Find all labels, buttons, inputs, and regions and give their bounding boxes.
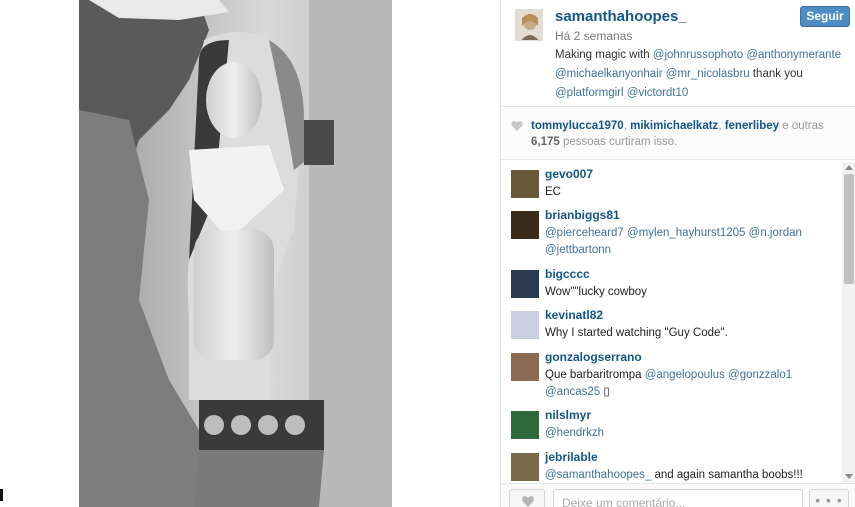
likes-count[interactable]: 6,175 xyxy=(531,136,560,148)
commenter-avatar[interactable] xyxy=(511,311,539,339)
mention-link[interactable]: @jettbartonn xyxy=(545,244,611,256)
comment-item: jebrilable @samanthahoopes_ and again sam… xyxy=(511,450,836,482)
comments-scrollbar[interactable] xyxy=(842,162,855,482)
likes-section: tommylucca1970, mikimichaelkatz, fenerli… xyxy=(501,108,855,160)
instagram-post-modal: samanthahoopes_ Seguir Há 2 semanas Maki… xyxy=(0,0,855,507)
text-segment: Que barbaritrompa xyxy=(545,369,645,381)
text-segment: ▯ xyxy=(600,386,610,398)
mention-link[interactable]: @platformgirl xyxy=(555,87,624,99)
comment-footer: Deixe um comentário... • • • xyxy=(501,483,855,507)
mention-link[interactable]: @ancas25 xyxy=(545,386,600,398)
mention-link[interactable]: @gonzzalo1 xyxy=(728,369,792,381)
comment-text: @samanthahoopes_ and again samantha boob… xyxy=(545,467,835,482)
mention-link[interactable]: @samanthahoopes_ xyxy=(545,469,651,481)
comment-text: Wow""lucky cowboy xyxy=(545,284,835,301)
text-segment: Wow""lucky cowboy xyxy=(545,286,647,298)
edge-mark xyxy=(0,489,3,501)
commenter-avatar[interactable] xyxy=(511,353,539,381)
scroll-up-arrow-icon[interactable] xyxy=(845,165,853,170)
liker-name[interactable]: fenerlibey xyxy=(725,120,779,132)
like-button[interactable] xyxy=(509,489,545,507)
comments-list: gevo007 EC brianbiggs81 @pierceheard7 @myle… xyxy=(501,162,841,482)
likes-suffix: pessoas curtiram isso. xyxy=(562,136,678,148)
comment-item: gonzalogserrano Que barbaritrompa @angelo… xyxy=(511,350,836,400)
commenter-username[interactable]: nilslmyr xyxy=(545,408,591,422)
commenter-username[interactable]: jebrilable xyxy=(545,450,598,464)
commenter-avatar[interactable] xyxy=(511,170,539,198)
post-photo[interactable] xyxy=(79,0,392,507)
follow-button[interactable]: Seguir xyxy=(800,6,850,27)
commenter-username[interactable]: bigcccc xyxy=(545,267,590,281)
scrollbar-thumb[interactable] xyxy=(844,174,854,284)
likes-text: tommylucca1970, mikimichaelkatz, fenerli… xyxy=(531,120,824,148)
commenter-avatar[interactable] xyxy=(511,411,539,439)
commenter-avatar[interactable] xyxy=(511,211,539,239)
commenter-avatar[interactable] xyxy=(511,270,539,298)
text-segment: Making magic with xyxy=(555,49,653,61)
comment-input[interactable]: Deixe um comentário... xyxy=(553,489,803,507)
text-segment: EC xyxy=(545,186,561,198)
mention-link[interactable]: @victordt10 xyxy=(627,87,689,99)
commenter-username[interactable]: gevo007 xyxy=(545,167,593,181)
mention-link[interactable]: @mylen_hayhurst1205 xyxy=(627,227,745,239)
author-username[interactable]: samanthahoopes_ xyxy=(555,8,687,25)
text-segment: thank you xyxy=(749,68,803,80)
mention-link[interactable]: @michaelkanyonhair xyxy=(555,68,663,80)
comment-text: Que barbaritrompa @angelopoulus @gonzzal… xyxy=(545,367,835,401)
commenter-username[interactable]: kevinatl82 xyxy=(545,308,603,322)
commenter-avatar[interactable] xyxy=(511,453,539,481)
more-options-button[interactable]: • • • xyxy=(809,489,849,507)
author-avatar[interactable] xyxy=(515,9,543,41)
mention-link[interactable]: @n.jordan xyxy=(749,227,802,239)
mention-link[interactable]: @mr_nicolasbru xyxy=(666,68,750,80)
post-caption: Making magic with @johnrussophoto @antho… xyxy=(555,46,851,103)
liker-name[interactable]: mikimichaelkatz xyxy=(630,120,718,132)
commenter-username[interactable]: brianbiggs81 xyxy=(545,208,620,222)
heart-icon xyxy=(511,120,523,131)
likes-and-others: e outras xyxy=(782,120,824,132)
comment-item: brianbiggs81 @pierceheard7 @mylen_hayhurs… xyxy=(511,208,836,258)
liker-name[interactable]: tommylucca1970 xyxy=(531,120,624,132)
mention-link[interactable]: @angelopoulus xyxy=(645,369,725,381)
mention-link[interactable]: @pierceheard7 xyxy=(545,227,624,239)
mention-link[interactable]: @hendrkzh xyxy=(545,427,604,439)
post-details-panel: samanthahoopes_ Seguir Há 2 semanas Maki… xyxy=(500,0,855,507)
post-timestamp[interactable]: Há 2 semanas xyxy=(555,29,632,43)
heart-icon xyxy=(521,496,535,507)
avatar-image xyxy=(516,10,542,40)
scroll-down-arrow-icon[interactable] xyxy=(845,474,853,479)
comment-text: @hendrkzh xyxy=(545,425,835,442)
mention-link[interactable]: @johnrussophoto xyxy=(653,49,743,61)
commenter-username[interactable]: gonzalogserrano xyxy=(545,350,642,364)
text-segment: Why I started watching "Guy Code". xyxy=(545,327,728,339)
mention-link[interactable]: @anthonymerante xyxy=(746,49,841,61)
comment-text: Why I started watching "Guy Code". xyxy=(545,325,835,342)
comment-text: @pierceheard7 @mylen_hayhurst1205 @n.jor… xyxy=(545,225,835,259)
photo-image xyxy=(79,0,392,507)
post-header: samanthahoopes_ Seguir Há 2 semanas Maki… xyxy=(501,0,855,107)
comment-text: EC xyxy=(545,184,835,201)
text-segment: and again samantha boobs!!! xyxy=(651,469,803,481)
